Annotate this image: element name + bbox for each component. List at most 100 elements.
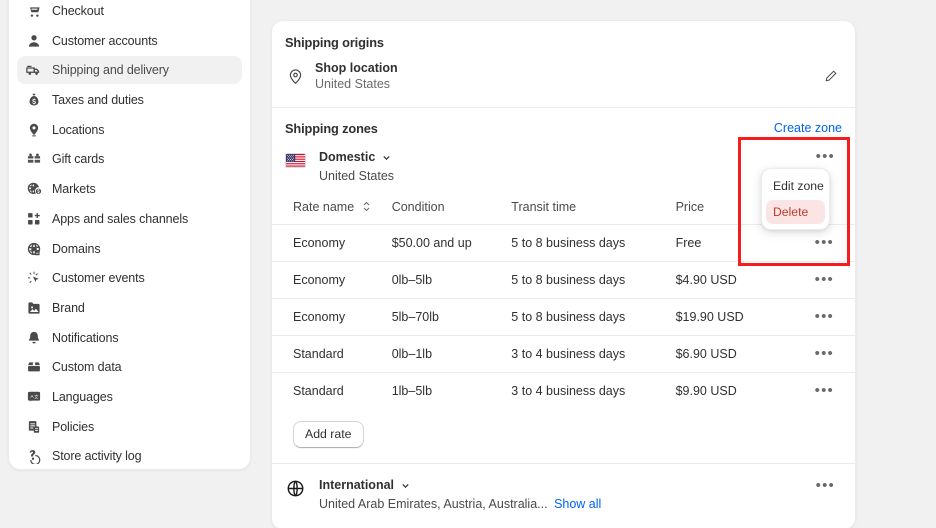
pin-icon [25, 121, 42, 138]
table-row: Standard 0lb–1lb 3 to 4 business days $6.90… [272, 335, 855, 373]
delete-zone-menu-item[interactable]: Delete [766, 200, 825, 224]
pencil-icon[interactable] [818, 65, 842, 89]
row-actions-cell: ••• [795, 335, 855, 373]
international-zone-menu-button[interactable]: ••• [816, 478, 835, 493]
sidebar-item-label: Languages [52, 389, 113, 404]
sidebar-item-label: Policies [52, 419, 95, 434]
sidebar-item-label: Notifications [52, 330, 119, 345]
rate-row-menu-button[interactable]: ••• [815, 308, 834, 325]
table-row: Economy 0lb–5lb 5 to 8 business days $4.90 … [272, 261, 855, 299]
condition-cell: 0lb–5lb [391, 261, 512, 299]
pin-icon [285, 67, 305, 87]
apps-icon [25, 210, 42, 227]
transit-time-cell: 5 to 8 business days [511, 224, 676, 262]
gift-card-icon [25, 151, 42, 168]
sidebar-item-locations[interactable]: Locations [17, 116, 242, 144]
col-rate-name[interactable]: Rate name [272, 196, 392, 225]
create-zone-link[interactable]: Create zone [774, 121, 842, 135]
sidebar-item-label: Custom data [52, 360, 122, 375]
international-zone-name-row[interactable]: International [319, 478, 842, 492]
transit-time-cell: 3 to 4 business days [511, 372, 676, 409]
shipping-settings-card: Shipping origins Shop location United St… [271, 20, 856, 528]
sidebar-item-label: Taxes and duties [52, 93, 144, 108]
sidebar-item-checkout[interactable]: Checkout [17, 0, 242, 25]
translate-icon: A文 [25, 388, 42, 405]
domestic-zone-menu-button[interactable]: ••• [816, 149, 835, 164]
shop-location-row: Shop location United States [272, 50, 855, 107]
sidebar-item-label: Locations [52, 122, 105, 137]
sort-icon [362, 201, 371, 212]
globe-money-icon [25, 181, 42, 198]
international-zone-texts: International United Arab Emirates, Aust… [319, 478, 842, 511]
chevron-down-icon [400, 480, 411, 491]
rate-name-cell: Economy [272, 224, 392, 262]
table-row: Standard 1lb–5lb 3 to 4 business days $9.90… [272, 372, 855, 409]
chevron-down-icon [381, 152, 392, 163]
shipping-zones-title: Shipping zones [285, 121, 378, 136]
sidebar-item-label: Shipping and delivery [52, 63, 169, 78]
database-icon [25, 359, 42, 376]
condition-cell: 5lb–70lb [391, 298, 512, 336]
shipping-origins-title: Shipping origins [285, 35, 384, 50]
international-zone-name: International [319, 478, 395, 492]
row-actions-cell: ••• [795, 224, 855, 262]
sidebar-item-apps-and-sales-channels[interactable]: Apps and sales channels [17, 205, 242, 233]
transit-time-cell: 5 to 8 business days [511, 261, 676, 299]
sidebar-item-shipping-and-delivery[interactable]: Shipping and delivery [17, 56, 242, 85]
shipping-origins-section: Shipping origins [272, 21, 855, 50]
activity-log-icon [25, 448, 42, 465]
sidebar-item-gift-cards[interactable]: Gift cards [17, 145, 242, 173]
sidebar-item-label: Customer accounts [52, 33, 158, 48]
add-rate-button[interactable]: Add rate [293, 421, 364, 448]
sidebar-item-label: Checkout [52, 4, 104, 18]
table-row: Economy $50.00 and up 5 to 8 business days… [272, 224, 855, 262]
sidebar-item-policies[interactable]: Policies [17, 413, 242, 441]
sidebar-item-label: Markets [52, 182, 96, 197]
sidebar-item-label: Customer events [52, 271, 145, 286]
rate-row-menu-button[interactable]: ••• [815, 345, 834, 362]
sidebar-item-domains[interactable]: Domains [17, 235, 242, 263]
rate-name-cell: Standard [272, 372, 392, 409]
sidebar-item-notifications[interactable]: Notifications [17, 324, 242, 352]
globe-icon [285, 478, 306, 499]
shop-location-name: Shop location [315, 61, 398, 75]
rate-name-cell: Economy [272, 298, 392, 336]
shipping-zones-header: Shipping zones Create zone [272, 108, 855, 142]
rate-row-menu-button[interactable]: ••• [815, 271, 834, 288]
transit-time-cell: 5 to 8 business days [511, 298, 676, 336]
sidebar-item-languages[interactable]: A 文 Languages [17, 383, 242, 411]
money-bag-icon [25, 92, 42, 109]
international-zone-countries: United Arab Emirates, Austria, Australia… [319, 497, 842, 511]
zone-actions-popover: Edit zone Delete [761, 168, 830, 230]
domestic-zone-name-row[interactable]: Domestic [319, 150, 842, 164]
sidebar-nav-list: Checkout Customer accounts Shipping and de… [17, 0, 242, 469]
rate-row-menu-button[interactable]: ••• [815, 382, 834, 399]
cursor-click-icon [25, 270, 42, 287]
price-cell: Free [675, 224, 796, 262]
rate-row-menu-button[interactable]: ••• [815, 234, 834, 251]
condition-cell: 0lb–1lb [391, 335, 512, 373]
sidebar-item-label: Domains [52, 241, 101, 256]
sidebar-item-brand[interactable]: Brand [17, 294, 242, 322]
add-rate-wrapper: Add rate [272, 409, 855, 463]
price-cell: $4.90 USD [675, 261, 796, 299]
person-icon [25, 32, 42, 49]
price-cell: $9.90 USD [675, 372, 796, 409]
row-actions-cell: ••• [795, 261, 855, 299]
sidebar-item-store-activity-log[interactable]: Store activity log [17, 442, 242, 469]
sidebar-item-label: Apps and sales channels [52, 211, 189, 226]
edit-zone-menu-item[interactable]: Edit zone [766, 174, 825, 198]
price-cell: $19.90 USD [675, 298, 796, 336]
domestic-zone-name: Domestic [319, 150, 376, 164]
shop-location-texts: Shop location United States [315, 60, 808, 93]
sidebar-item-taxes-and-duties[interactable]: Taxes and duties [17, 86, 242, 114]
rates-table-body: Economy $50.00 and up 5 to 8 business days… [272, 224, 855, 409]
sidebar-item-markets[interactable]: Markets [17, 175, 242, 203]
sidebar-item-customer-accounts[interactable]: Customer accounts [17, 27, 242, 55]
sidebar-item-label: Brand [52, 300, 85, 315]
rate-name-cell: Standard [272, 335, 392, 373]
sidebar-item-custom-data[interactable]: Custom data [17, 353, 242, 381]
condition-cell: 1lb–5lb [391, 372, 512, 409]
sidebar-item-customer-events[interactable]: Customer events [17, 264, 242, 292]
show-all-link[interactable]: Show all [554, 497, 601, 511]
